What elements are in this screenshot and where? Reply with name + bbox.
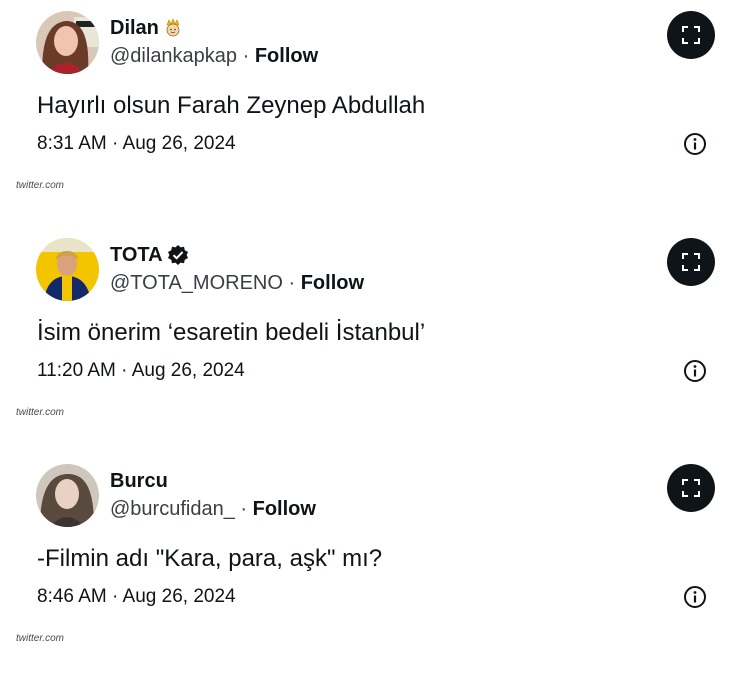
timestamp-link[interactable]: 8:46 AM · Aug 26, 2024 [37, 585, 236, 609]
handle-row: @TOTA_MORENO · Follow [110, 271, 364, 295]
verified-badge-icon [167, 244, 189, 266]
display-name[interactable]: TOTA [110, 243, 163, 267]
timestamp-link[interactable]: 11:20 AM · Aug 26, 2024 [37, 359, 245, 383]
source-label: twitter.com [16, 407, 64, 418]
expand-icon [682, 479, 700, 497]
follow-button[interactable]: Follow [253, 498, 316, 520]
handle[interactable]: @burcufidan_ [110, 498, 235, 520]
avatar[interactable] [36, 11, 99, 74]
info-icon [684, 360, 706, 382]
info-button[interactable] [683, 585, 707, 609]
display-name[interactable]: Burcu [110, 469, 168, 493]
expand-button[interactable] [667, 464, 715, 512]
separator: · [288, 272, 301, 294]
info-icon [684, 133, 706, 155]
info-button[interactable] [683, 132, 707, 156]
tweet-text: İsim önerim ‘esaretin bedeli İstanbul’ [37, 319, 426, 346]
tweet-text: Hayırlı olsun Farah Zeynep Abdullah [37, 92, 426, 119]
name-row: Dilan [110, 16, 183, 40]
princess-emoji-icon [163, 18, 183, 38]
name-row: Burcu [110, 469, 168, 493]
info-icon [684, 586, 706, 608]
name-row: TOTA [110, 243, 189, 267]
handle-row: @burcufidan_ · Follow [110, 497, 316, 521]
display-name[interactable]: Dilan [110, 16, 159, 40]
avatar[interactable] [36, 464, 99, 527]
source-label: twitter.com [16, 633, 64, 644]
tweet-card-2: TOTA @TOTA_MORENO · Follow İsim önerim ‘… [0, 227, 745, 453]
expand-button[interactable] [667, 11, 715, 59]
expand-icon [682, 26, 700, 44]
tweet-text: -Filmin adı "Kara, para, aşk" mı? [37, 545, 383, 572]
follow-button[interactable]: Follow [301, 272, 364, 294]
tweet-card-3: Burcu @burcufidan_ · Follow -Filmin adı … [0, 453, 745, 679]
follow-button[interactable]: Follow [255, 45, 318, 67]
tweet-card-1: Dilan @dilankapkap · Follow Hayırlı olsu… [0, 0, 745, 226]
avatar[interactable] [36, 238, 99, 301]
source-label: twitter.com [16, 180, 64, 191]
info-button[interactable] [683, 359, 707, 383]
handle[interactable]: @dilankapkap [110, 45, 237, 67]
expand-icon [682, 253, 700, 271]
timestamp-link[interactable]: 8:31 AM · Aug 26, 2024 [37, 132, 236, 156]
handle-row: @dilankapkap · Follow [110, 44, 318, 68]
separator: · [240, 498, 253, 520]
handle[interactable]: @TOTA_MORENO [110, 272, 283, 294]
expand-button[interactable] [667, 238, 715, 286]
separator: · [242, 45, 255, 67]
